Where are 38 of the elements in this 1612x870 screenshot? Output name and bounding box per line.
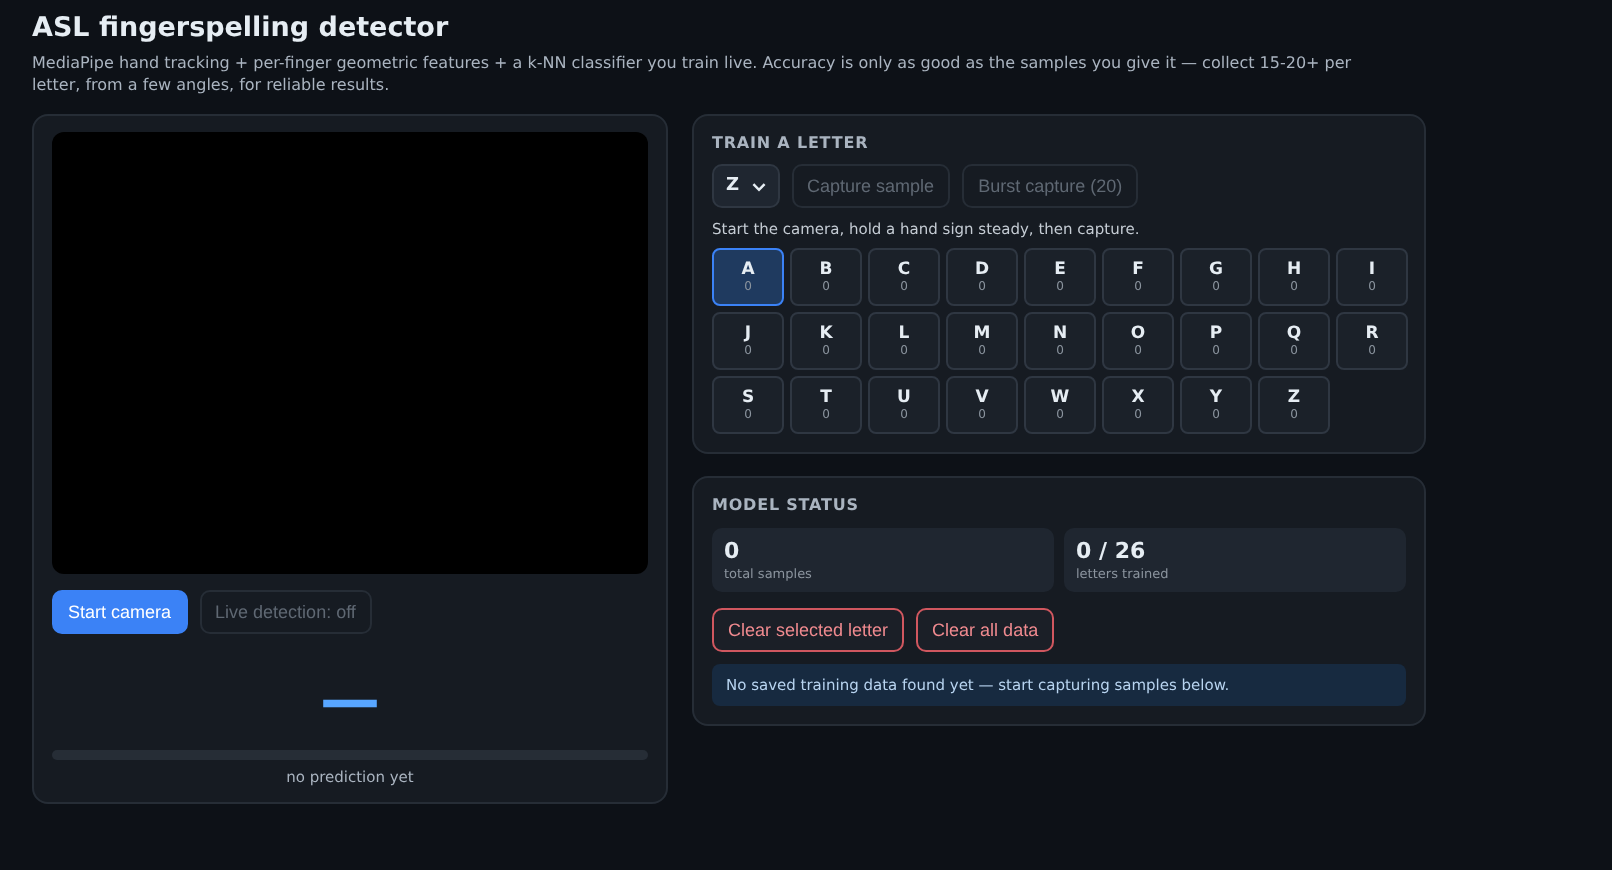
- section-heading: TRAIN A LETTER: [712, 134, 871, 152]
- tile-letter: B: [819, 259, 833, 279]
- tile-letter: J: [744, 323, 752, 343]
- stat-value: 0: [724, 538, 742, 564]
- tile-letter: T: [820, 387, 832, 407]
- tile-letter: I: [1368, 259, 1376, 279]
- tile-letter: V: [975, 387, 989, 407]
- tile-letter: A: [741, 259, 755, 279]
- page-title: ASL fingerspelling detector: [32, 12, 451, 44]
- tile-letter: L: [898, 323, 910, 343]
- tile-letter: W: [1050, 387, 1070, 407]
- tile-letter: H: [1286, 259, 1302, 279]
- tile-letter: P: [1209, 323, 1223, 343]
- stat-value: 0 / 26: [1076, 538, 1148, 564]
- tile-letter: Q: [1286, 323, 1302, 343]
- prediction-letter: —: [320, 674, 380, 735]
- page-description: MediaPipe hand tracking + per-finger geometric features + a k-NN classifier you train live. Accuracy is only as good as the samples you give it — collect 15-20+ per letter, from a few angles, for reliable results.: [32, 52, 1354, 96]
- tile-letter: F: [1132, 259, 1144, 279]
- tile-letter: N: [1052, 323, 1068, 343]
- tile-letter: X: [1131, 387, 1145, 407]
- tile-letter: U: [897, 387, 911, 407]
- tile-letter: G: [1209, 259, 1223, 279]
- tile-letter: D: [974, 259, 990, 279]
- tile-letter: S: [741, 387, 755, 407]
- letter-select[interactable]: Z: [712, 164, 780, 208]
- tile-letter: C: [897, 259, 911, 279]
- caret-icon: [751, 181, 766, 191]
- clear-button[interactable]: Clear all data: [916, 608, 1055, 652]
- tile-letter: R: [1365, 323, 1379, 343]
- tile-letter: Y: [1209, 387, 1223, 407]
- section-heading: MODEL STATUS: [712, 496, 861, 514]
- tile-letter: O: [1130, 323, 1146, 343]
- clear-button[interactable]: Clear selected letter: [712, 608, 905, 652]
- camera-button[interactable]: Start camera: [52, 590, 188, 635]
- tile-letter: M: [973, 323, 991, 343]
- tile-letter: Z: [1287, 387, 1301, 407]
- tile-letter: E: [1054, 259, 1066, 279]
- tile-letter: K: [819, 323, 833, 343]
